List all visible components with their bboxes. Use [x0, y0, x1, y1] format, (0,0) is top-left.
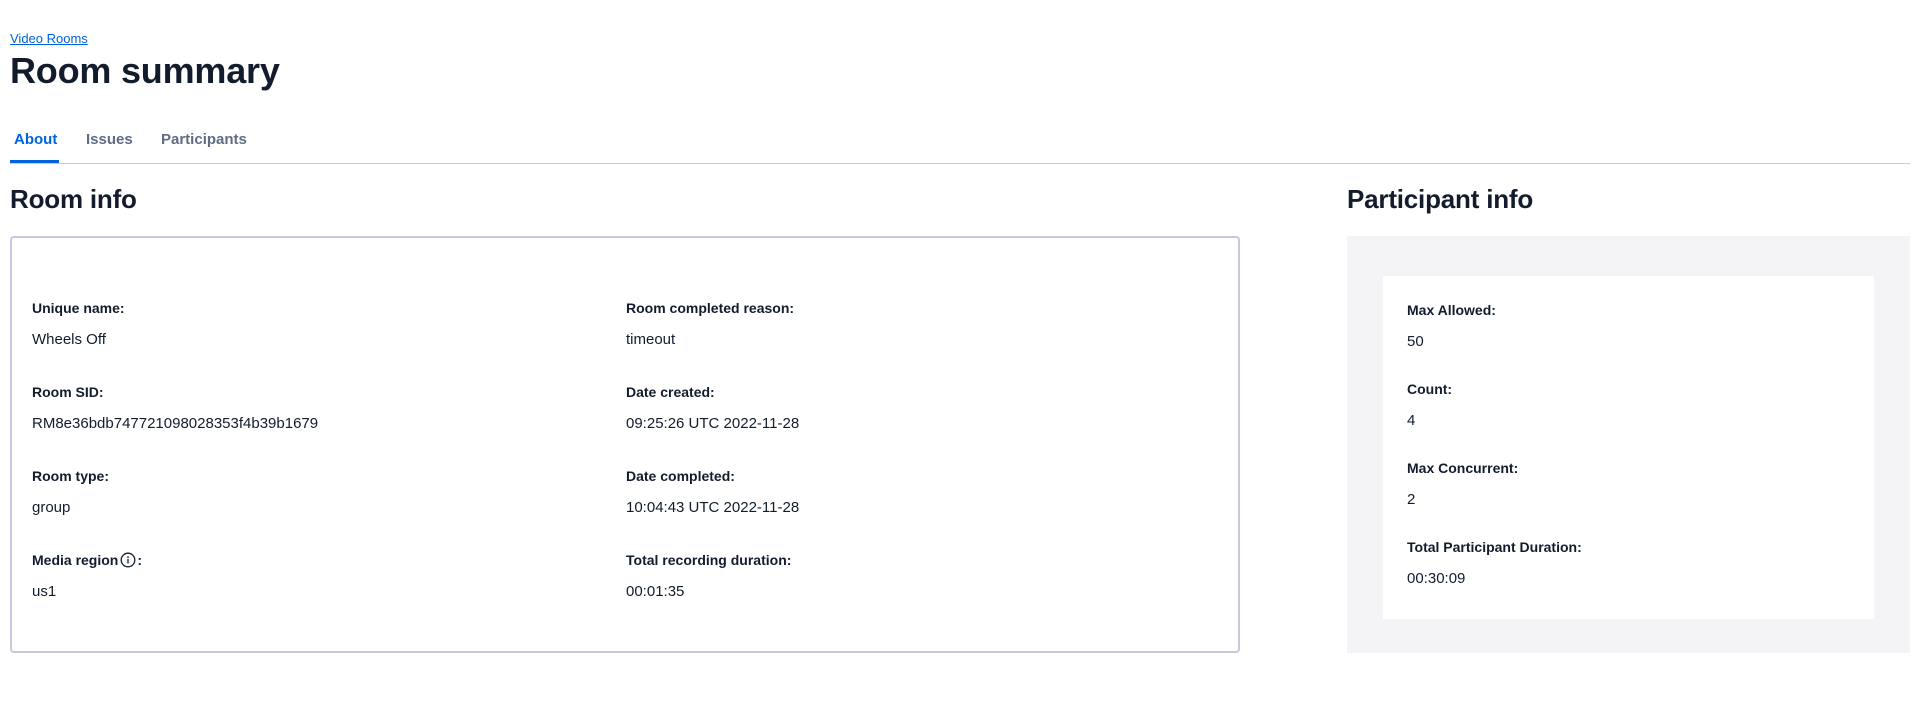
participant-info-panel: Max Allowed: 50 Count: 4 Max Concurrent:…	[1347, 236, 1910, 653]
page-title: Room summary	[10, 50, 280, 91]
field-value: 00:01:35	[626, 583, 685, 600]
field-value: timeout	[626, 331, 676, 348]
field-label-media-region: Media region :	[32, 551, 142, 569]
field-value: 4	[1407, 412, 1416, 429]
field-completed-reason: Room completed reason: timeout	[626, 299, 794, 349]
field-max-concurrent: Max Concurrent: 2	[1407, 459, 1518, 509]
field-media-region: Media region : us1	[32, 551, 142, 601]
field-label: Room completed reason:	[626, 300, 795, 316]
field-label: Max Concurrent:	[1407, 460, 1519, 476]
field-label: Total Participant Duration:	[1407, 539, 1582, 555]
field-label: Count:	[1407, 381, 1453, 397]
field-unique-name: Unique name: Wheels Off	[32, 299, 125, 349]
field-room-type: Room type: group	[32, 467, 109, 517]
active-tab-indicator	[10, 160, 59, 163]
field-total-participant-duration: Total Participant Duration: 00:30:09	[1407, 538, 1582, 588]
field-date-completed: Date completed: 10:04:43 UTC 2022-11-28	[626, 467, 799, 517]
participant-info-heading: Participant info	[1347, 184, 1534, 214]
field-label: Room SID:	[32, 384, 104, 400]
field-count: Count: 4	[1407, 380, 1452, 430]
field-value: 2	[1407, 491, 1416, 508]
field-max-allowed: Max Allowed: 50	[1407, 301, 1496, 351]
field-recording-duration: Total recording duration: 00:01:35	[626, 551, 791, 601]
room-info-card: Unique name: Wheels Off Room SID: RM8e36…	[10, 236, 1240, 653]
participant-info-card: Max Allowed: 50 Count: 4 Max Concurrent:…	[1383, 276, 1874, 619]
tab-about[interactable]: About	[14, 131, 57, 148]
field-value: RM8e36bdb747721098028353f4b39b1679	[32, 415, 319, 432]
field-label: Unique name:	[32, 300, 125, 316]
field-value: 09:25:26 UTC 2022-11-28	[626, 415, 800, 432]
field-room-sid: Room SID: RM8e36bdb747721098028353f4b39b…	[32, 383, 318, 433]
field-value: Wheels Off	[32, 331, 106, 348]
tab-participants[interactable]: Participants	[161, 131, 247, 148]
field-label: Date created:	[626, 384, 715, 400]
field-value: group	[32, 499, 71, 516]
field-label: Date completed:	[626, 468, 735, 484]
field-label-suffix: :	[137, 552, 143, 568]
tab-issues[interactable]: Issues	[86, 131, 133, 148]
field-label-text: Media region	[32, 552, 119, 568]
field-date-created: Date created: 09:25:26 UTC 2022-11-28	[626, 383, 799, 433]
field-label: Total recording duration:	[626, 552, 792, 568]
field-value: 50	[1407, 333, 1424, 350]
field-label: Room type:	[32, 468, 109, 484]
tab-list: About Issues Participants	[10, 120, 1910, 164]
breadcrumb-video-rooms[interactable]: Video Rooms	[10, 31, 88, 46]
field-value: us1	[32, 583, 57, 600]
field-value: 10:04:43 UTC 2022-11-28	[626, 499, 800, 516]
field-value: 00:30:09	[1407, 570, 1466, 587]
info-icon[interactable]	[120, 552, 136, 568]
room-info-heading: Room info	[10, 184, 137, 214]
field-label: Max Allowed:	[1407, 302, 1496, 318]
